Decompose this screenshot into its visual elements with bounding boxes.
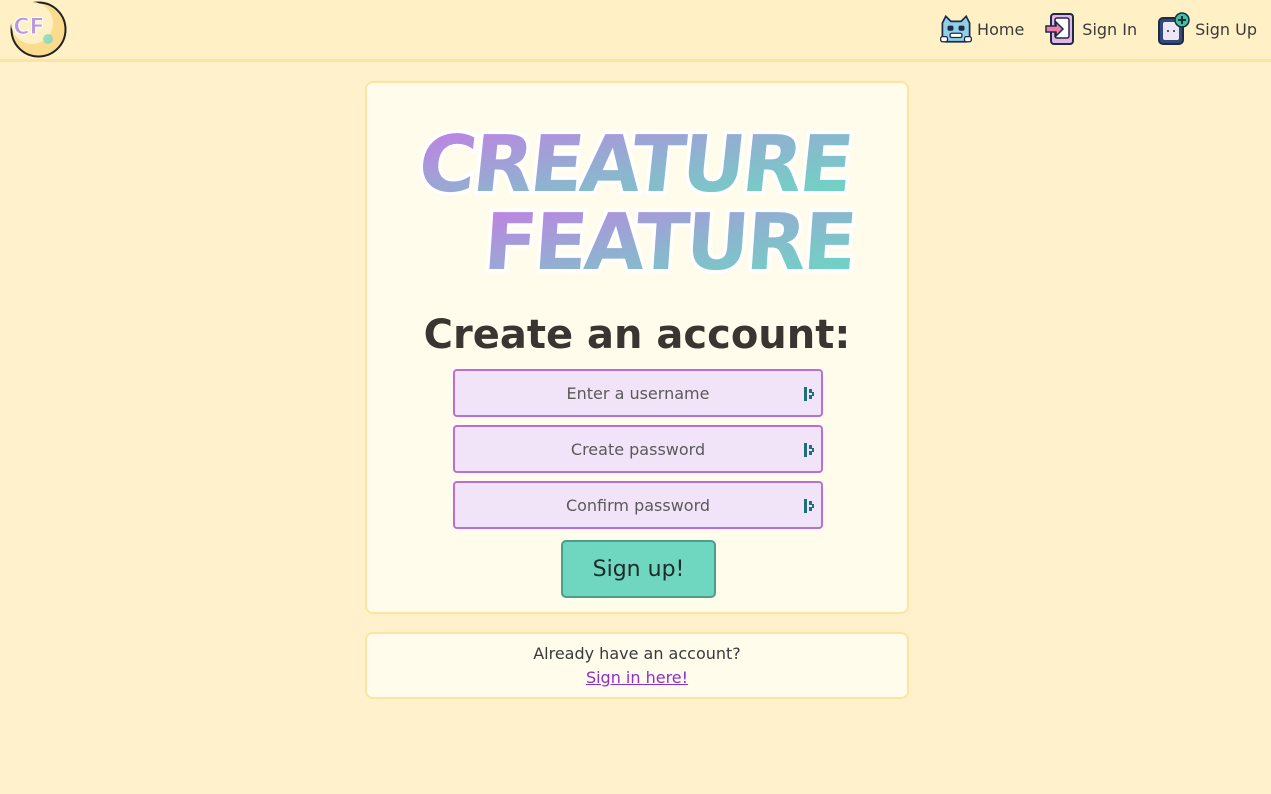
nav-home-label: Home — [977, 19, 1025, 39]
signup-card: CREATURE FEATURE Create an account: S — [365, 81, 909, 614]
wordmark-line-1: CREATURE — [414, 119, 854, 210]
username-field-wrapper — [453, 369, 823, 417]
sign-in-icon — [1045, 13, 1075, 45]
sign-in-prompt-card: Already have an account? Sign in here! — [365, 632, 909, 699]
already-have-account-text: Already have an account? — [533, 644, 741, 663]
password-field-wrapper — [453, 425, 823, 473]
sign-in-link[interactable]: Sign in here! — [367, 668, 907, 687]
moon-logo-icon: CF — [10, 1, 67, 58]
page-title: Create an account: — [423, 312, 851, 358]
password-manager-icon[interactable] — [803, 386, 815, 402]
nav-home[interactable]: Home — [939, 12, 1024, 46]
top-nav-bar: CF Home Sign In Sign Up — [0, 0, 1271, 62]
confirm-password-field-wrapper — [453, 481, 823, 529]
nav-sign-up[interactable]: Sign Up — [1157, 12, 1257, 46]
password-manager-icon[interactable] — [803, 498, 815, 514]
brand-logo-text: CF — [13, 15, 44, 40]
brand-logo[interactable]: CF — [10, 1, 67, 58]
confirm-password-input[interactable] — [455, 483, 821, 527]
cat-icon — [940, 14, 972, 43]
sign-up-icon — [1158, 12, 1190, 45]
password-input[interactable] — [455, 427, 821, 471]
wordmark-line-2: FEATURE — [481, 198, 857, 283]
nav-menu: Home Sign In Sign Up — [919, 12, 1257, 46]
nav-sign-in[interactable]: Sign In — [1044, 12, 1137, 46]
nav-sign-up-label: Sign Up — [1195, 19, 1257, 39]
nav-sign-in-label: Sign In — [1082, 19, 1138, 39]
password-manager-icon[interactable] — [803, 442, 815, 458]
creature-feature-wordmark: CREATURE FEATURE — [411, 116, 860, 283]
sign-up-button[interactable]: Sign up! — [561, 540, 716, 598]
username-input[interactable] — [455, 371, 821, 415]
